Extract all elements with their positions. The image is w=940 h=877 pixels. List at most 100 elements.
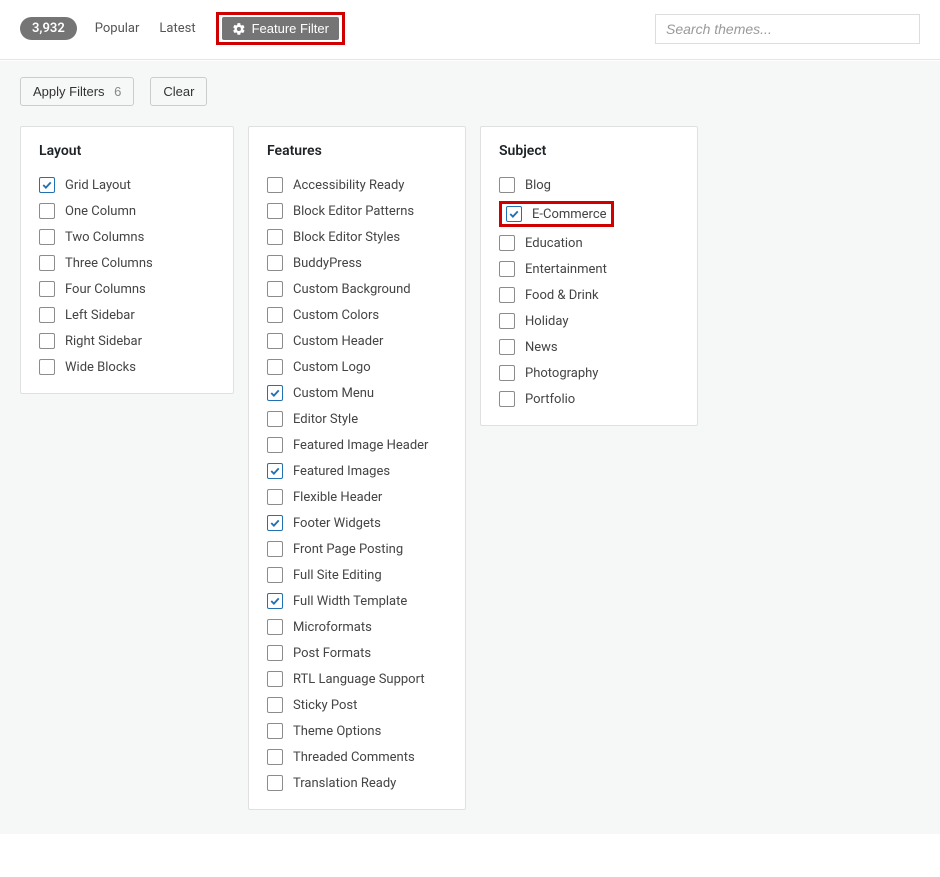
checkbox[interactable] [267,619,283,635]
checkbox[interactable] [267,229,283,245]
features-item[interactable]: Featured Images [267,463,447,479]
checkbox[interactable] [39,229,55,245]
checkbox-label: Full Site Editing [293,568,382,583]
checkbox[interactable] [499,339,515,355]
checkbox-label: Education [525,236,583,251]
check-icon [269,517,281,529]
checkbox[interactable] [267,385,283,401]
checkbox[interactable] [267,515,283,531]
checkbox-label: Grid Layout [65,178,131,193]
checkbox[interactable] [267,593,283,609]
checkbox[interactable] [267,463,283,479]
checkbox[interactable] [267,489,283,505]
checkbox[interactable] [39,307,55,323]
subject-item[interactable]: News [499,339,679,355]
checkbox[interactable] [267,333,283,349]
features-item[interactable]: Translation Ready [267,775,447,791]
checkbox[interactable] [267,203,283,219]
checkbox[interactable] [499,365,515,381]
checkbox[interactable] [267,307,283,323]
features-item[interactable]: Full Width Template [267,593,447,609]
layout-item[interactable]: Right Sidebar [39,333,215,349]
subject-item[interactable]: Food & Drink [499,287,679,303]
features-item[interactable]: BuddyPress [267,255,447,271]
features-item[interactable]: Custom Colors [267,307,447,323]
features-item[interactable]: Flexible Header [267,489,447,505]
layout-item[interactable]: Left Sidebar [39,307,215,323]
checkbox[interactable] [267,437,283,453]
features-item[interactable]: Footer Widgets [267,515,447,531]
features-item[interactable]: Accessibility Ready [267,177,447,193]
subject-item[interactable]: Blog [499,177,679,193]
subject-item[interactable]: Entertainment [499,261,679,277]
checkbox[interactable] [499,313,515,329]
checkbox[interactable] [267,177,283,193]
checkbox[interactable] [499,261,515,277]
checkbox[interactable] [267,255,283,271]
features-item[interactable]: Editor Style [267,411,447,427]
checkbox[interactable] [267,749,283,765]
features-list: Accessibility Ready Block Editor Patterns… [267,177,447,791]
features-item[interactable]: RTL Language Support [267,671,447,687]
features-item[interactable]: Block Editor Patterns [267,203,447,219]
checkbox[interactable] [39,281,55,297]
subject-item[interactable]: Photography [499,365,679,381]
checkbox[interactable] [267,281,283,297]
checkbox[interactable] [267,411,283,427]
layout-item[interactable]: Two Columns [39,229,215,245]
checkbox-label: Block Editor Styles [293,230,400,245]
checkbox[interactable] [267,671,283,687]
layout-item[interactable]: Three Columns [39,255,215,271]
features-item[interactable]: Custom Background [267,281,447,297]
checkbox[interactable] [267,775,283,791]
search-input[interactable] [655,14,920,44]
checkbox-label: Custom Logo [293,360,371,375]
features-item[interactable]: Custom Header [267,333,447,349]
apply-filters-label: Apply Filters [33,84,105,99]
subject-item[interactable]: E-Commerce [506,206,607,222]
features-item[interactable]: Microformats [267,619,447,635]
tab-latest[interactable]: Latest [159,21,195,36]
checkbox[interactable] [267,697,283,713]
feature-filter-button[interactable]: Feature Filter [222,17,339,40]
features-item[interactable]: Front Page Posting [267,541,447,557]
clear-button[interactable]: Clear [150,77,207,106]
checkbox[interactable] [39,333,55,349]
checkbox[interactable] [267,723,283,739]
checkbox[interactable] [499,177,515,193]
filter-columns: Layout Grid LayoutOne ColumnTwo ColumnsT… [20,126,920,810]
checkbox-label: Custom Background [293,282,411,297]
checkbox[interactable] [499,235,515,251]
checkbox-label: Block Editor Patterns [293,204,414,219]
checkbox[interactable] [39,359,55,375]
checkbox[interactable] [267,567,283,583]
checkbox[interactable] [39,177,55,193]
features-item[interactable]: Theme Options [267,723,447,739]
features-item[interactable]: Full Site Editing [267,567,447,583]
apply-filters-button[interactable]: Apply Filters 6 [20,77,134,106]
features-item[interactable]: Threaded Comments [267,749,447,765]
checkbox[interactable] [267,541,283,557]
subject-item[interactable]: Holiday [499,313,679,329]
features-item[interactable]: Block Editor Styles [267,229,447,245]
subject-item[interactable]: Education [499,235,679,251]
features-item[interactable]: Custom Menu [267,385,447,401]
checkbox[interactable] [506,206,522,222]
layout-item[interactable]: Grid Layout [39,177,215,193]
features-item[interactable]: Sticky Post [267,697,447,713]
checkbox[interactable] [499,391,515,407]
checkbox[interactable] [267,359,283,375]
features-item[interactable]: Custom Logo [267,359,447,375]
checkbox[interactable] [39,255,55,271]
subject-item[interactable]: Portfolio [499,391,679,407]
features-item[interactable]: Featured Image Header [267,437,447,453]
layout-item[interactable]: Four Columns [39,281,215,297]
features-item[interactable]: Post Formats [267,645,447,661]
tab-popular[interactable]: Popular [95,21,140,36]
checkbox[interactable] [267,645,283,661]
checkbox[interactable] [499,287,515,303]
layout-item[interactable]: Wide Blocks [39,359,215,375]
checkbox[interactable] [39,203,55,219]
checkbox-label: BuddyPress [293,256,362,271]
layout-item[interactable]: One Column [39,203,215,219]
